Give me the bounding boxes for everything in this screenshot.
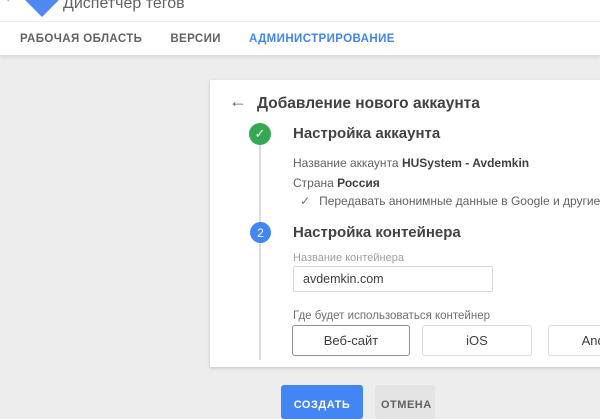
container-usage-options: Веб-сайт iOS Android [292, 325, 600, 356]
create-button[interactable]: СОЗДАТЬ [281, 385, 363, 419]
tab-versions[interactable]: ВЕРСИИ [170, 33, 221, 45]
container-name-input[interactable] [293, 266, 493, 292]
country-label: Страна [293, 176, 334, 190]
nav-tabbar: РАБОЧАЯ ОБЛАСТЬ ВЕРСИИ АДМИНИСТРИРОВАНИЕ [0, 21, 600, 56]
account-step-heading[interactable]: Настройка аккаунта [293, 125, 440, 142]
app-header: ← Диспетчер тегов [0, 0, 600, 21]
step-number: 2 [257, 226, 264, 240]
container-name-label: Название контейнера [293, 252, 404, 264]
page-title: Добавление нового аккаунта [257, 95, 480, 113]
cancel-button[interactable]: ОТМЕНА [375, 385, 435, 419]
account-name-row: Название аккаунта HUSystem - Avdemkin [293, 156, 529, 170]
usage-option-android[interactable]: Android [548, 325, 600, 356]
country-row: Страна Россия [293, 176, 380, 190]
tab-admin[interactable]: АДМИНИСТРИРОВАНИЕ [249, 33, 395, 45]
step-number-badge: 2 [250, 222, 271, 243]
checkbox-checked-icon: ✓ [300, 194, 310, 208]
step-connector-line [259, 134, 261, 360]
back-arrow-icon[interactable]: ← [229, 92, 247, 110]
tag-manager-logo-icon [25, 0, 59, 17]
tab-workspace[interactable]: РАБОЧАЯ ОБЛАСТЬ [20, 33, 142, 45]
usage-option-ios[interactable]: iOS [422, 325, 532, 356]
app-title: Диспетчер тегов [63, 0, 185, 13]
share-data-label: Передавать анонимные данные в Google и д… [319, 194, 600, 208]
container-usage-label: Где будет использоваться контейнер [293, 310, 490, 322]
header-back-icon[interactable]: ← [3, 0, 19, 6]
country-value: Россия [337, 176, 380, 190]
check-icon: ✓ [255, 126, 266, 142]
step-complete-icon: ✓ [249, 123, 271, 145]
account-name-label: Название аккаунта [293, 156, 399, 170]
new-account-card: ← Добавление нового аккаунта ✓ Настройка… [210, 80, 600, 367]
account-name-value: HUSystem - Avdemkin [402, 156, 529, 170]
share-data-row: ✓ Передавать анонимные данные в Google и … [300, 194, 600, 208]
usage-option-web[interactable]: Веб-сайт [292, 325, 410, 356]
container-step-heading: Настройка контейнера [293, 224, 461, 241]
